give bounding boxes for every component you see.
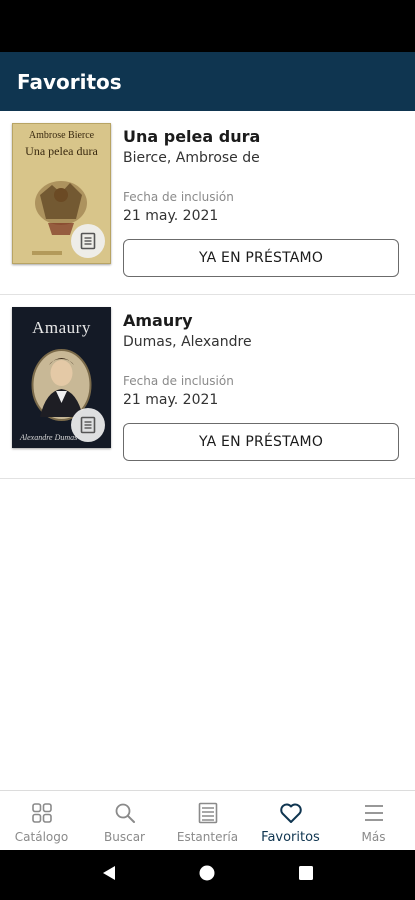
search-icon — [114, 801, 136, 825]
status-bar — [0, 0, 415, 52]
date-added-label: Fecha de inclusión — [123, 374, 234, 388]
cover-title-text: Amaury — [32, 318, 91, 337]
cover-author-text: Alexandre Dumas — [19, 433, 77, 442]
nav-label: Buscar — [104, 830, 145, 844]
date-added-label: Fecha de inclusión — [123, 190, 234, 204]
nav-item-favoritos[interactable]: Favoritos — [249, 791, 332, 850]
favorites-list: Ambrose Bierce Una pelea dura Una pelea … — [0, 111, 415, 479]
nav-item-estanteria[interactable]: Estantería — [166, 791, 249, 850]
nav-item-buscar[interactable]: Buscar — [83, 791, 166, 850]
cover-title-text: Una pelea dura — [25, 144, 98, 158]
menu-icon — [363, 801, 385, 825]
bottom-nav: Catálogo Buscar Estantería Favoritos Más — [0, 790, 415, 850]
recents-icon[interactable] — [297, 864, 315, 886]
book-author: Bierce, Ambrose de — [123, 150, 260, 166]
ebook-format-icon — [71, 408, 105, 442]
shelf-icon — [197, 801, 219, 825]
heart-icon — [279, 801, 303, 825]
list-item[interactable]: Ambrose Bierce Una pelea dura Una pelea … — [0, 111, 415, 295]
date-added-value: 21 may. 2021 — [123, 392, 219, 408]
book-info: Una pelea dura Bierce, Ambrose de Fecha … — [123, 127, 399, 224]
list-item[interactable]: Amaury Alexandre Dumas Amaury Dumas, Ale… — [0, 295, 415, 479]
book-cover[interactable]: Amaury Alexandre Dumas — [12, 307, 111, 448]
date-added-value: 21 may. 2021 — [123, 208, 219, 224]
nav-item-catalogo[interactable]: Catálogo — [0, 791, 83, 850]
nav-label: Estantería — [176, 830, 239, 844]
home-icon[interactable] — [198, 864, 216, 886]
grid-icon — [31, 801, 53, 825]
nav-label: Catálogo — [14, 830, 69, 844]
ebook-format-icon — [71, 224, 105, 258]
page-title: Favoritos — [17, 69, 122, 94]
back-icon[interactable] — [100, 864, 118, 886]
nav-label: Más — [361, 830, 386, 844]
already-on-loan-button[interactable]: YA EN PRÉSTAMO — [123, 423, 399, 461]
book-author: Dumas, Alexandre — [123, 334, 252, 350]
already-on-loan-button[interactable]: YA EN PRÉSTAMO — [123, 239, 399, 277]
book-title[interactable]: Amaury — [123, 311, 399, 330]
nav-label: Favoritos — [261, 830, 320, 845]
cover-author-text: Ambrose Bierce — [29, 130, 95, 141]
book-cover[interactable]: Ambrose Bierce Una pelea dura — [12, 123, 111, 264]
nav-item-mas[interactable]: Más — [332, 791, 415, 850]
book-title[interactable]: Una pelea dura — [123, 127, 399, 146]
book-info: Amaury Dumas, Alexandre Fecha de inclusi… — [123, 311, 399, 408]
app-bar: Favoritos — [0, 52, 415, 111]
system-navigation-bar — [0, 850, 415, 900]
